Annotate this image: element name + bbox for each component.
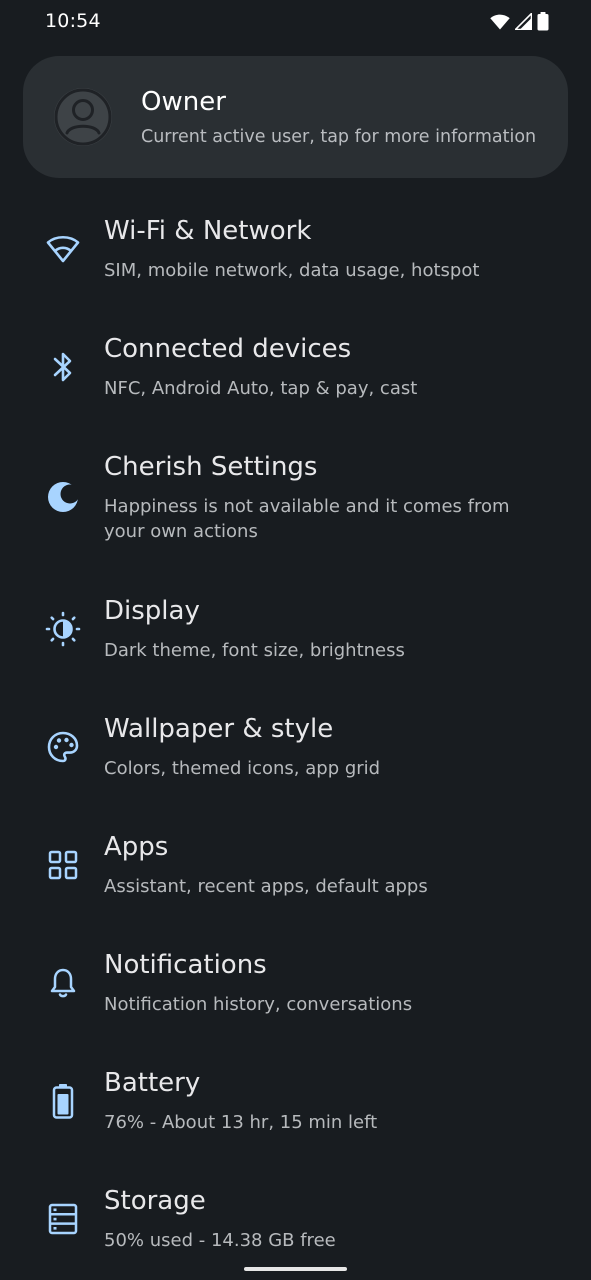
bell-icon <box>44 964 82 1002</box>
settings-item-apps[interactable]: Apps Assistant, recent apps, default app… <box>0 832 591 912</box>
item-title: Display <box>104 596 200 626</box>
item-title: Apps <box>104 832 169 862</box>
settings-item-display[interactable]: Display Dark theme, font size, brightnes… <box>0 596 591 676</box>
item-subtitle: Notification history, conversations <box>104 994 413 1015</box>
item-title: Notifications <box>104 950 267 980</box>
user-subtitle: Current active user, tap for more inform… <box>141 127 537 147</box>
status-icons <box>490 12 549 31</box>
status-time: 10:54 <box>45 10 101 32</box>
settings-item-wallpaper-style[interactable]: Wallpaper & style Colors, themed icons, … <box>0 714 591 794</box>
wifi-icon <box>490 14 510 30</box>
settings-item-connected-devices[interactable]: Connected devices NFC, Android Auto, tap… <box>0 334 591 414</box>
item-title: Battery <box>104 1068 201 1098</box>
wifi-icon <box>44 230 82 268</box>
home-indicator[interactable] <box>244 1267 347 1271</box>
user-card[interactable]: Owner Current active user, tap for more … <box>23 56 568 178</box>
item-subtitle: Colors, themed icons, app grid <box>104 758 381 779</box>
item-subtitle: Assistant, recent apps, default apps <box>104 876 428 897</box>
item-subtitle: Happiness is not available and it comes … <box>104 496 510 542</box>
palette-icon <box>44 728 82 766</box>
battery-icon <box>44 1082 82 1120</box>
settings-item-notifications[interactable]: Notifications Notification history, conv… <box>0 950 591 1030</box>
item-subtitle: NFC, Android Auto, tap & pay, cast <box>104 378 418 399</box>
item-title: Connected devices <box>104 334 352 364</box>
item-title: Wi-Fi & Network <box>104 216 312 246</box>
settings-item-cherish-settings[interactable]: Cherish Settings Happiness is not availa… <box>0 452 591 552</box>
moon-icon <box>44 478 82 516</box>
item-title: Cherish Settings <box>104 452 318 482</box>
storage-icon <box>44 1200 82 1238</box>
cell-signal-icon <box>515 13 532 30</box>
account-circle-icon <box>54 88 112 146</box>
item-subtitle: 76% - About 13 hr, 15 min left <box>104 1112 378 1133</box>
settings-item-storage[interactable]: Storage 50% used - 14.38 GB free <box>0 1186 591 1266</box>
item-title: Wallpaper & style <box>104 714 334 744</box>
item-subtitle: SIM, mobile network, data usage, hotspot <box>104 260 480 281</box>
settings-item-battery[interactable]: Battery 76% - About 13 hr, 15 min left <box>0 1068 591 1148</box>
apps-grid-icon <box>44 846 82 884</box>
user-title: Owner <box>141 87 226 117</box>
bluetooth-icon <box>44 348 82 386</box>
item-subtitle: Dark theme, font size, brightness <box>104 640 405 661</box>
settings-item-wifi-network[interactable]: Wi-Fi & Network SIM, mobile network, dat… <box>0 216 591 296</box>
battery-icon <box>537 12 549 31</box>
brightness-icon <box>44 610 82 648</box>
item-subtitle: 50% used - 14.38 GB free <box>104 1230 336 1251</box>
status-bar: 10:54 <box>0 0 591 44</box>
item-title: Storage <box>104 1186 206 1216</box>
